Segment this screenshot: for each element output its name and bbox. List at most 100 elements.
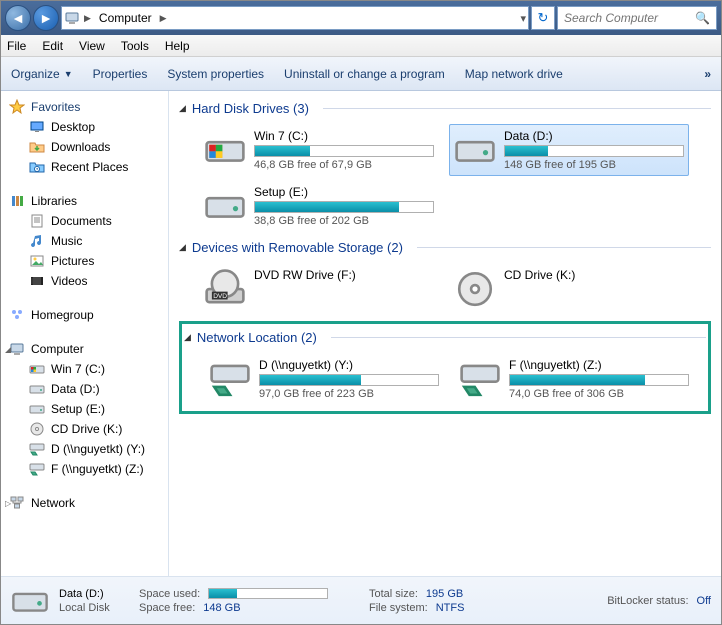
computer-header[interactable]: ◢Computer (1, 339, 168, 359)
drive-cd-k[interactable]: CD Drive (K:) (449, 263, 689, 315)
system-properties-button[interactable]: System properties (167, 67, 264, 81)
collapse-icon: ◢ (179, 242, 186, 253)
sidebar-item-pictures[interactable]: Pictures (1, 251, 168, 271)
more-button[interactable]: » (704, 67, 711, 81)
menu-view[interactable]: View (79, 39, 105, 53)
drive-icon (29, 401, 45, 417)
expand-icon[interactable]: ▷ (5, 499, 11, 508)
status-name: Data (D:) (59, 588, 129, 600)
space-free-label: Space free: (139, 602, 195, 614)
usage-text: 148 GB free of 195 GB (504, 159, 684, 171)
details-pane: Data (D:) Local Disk Space used: Space f… (1, 576, 721, 624)
sidebar-item-drive-y[interactable]: D (\\nguyetkt) (Y:) (1, 439, 168, 459)
drive-name: Data (D:) (504, 129, 684, 143)
back-button[interactable]: ◄ (5, 5, 31, 31)
breadcrumb[interactable]: ▶ Computer ▶ ▾ (61, 6, 529, 30)
computer-group: ◢Computer Win 7 (C:) Data (D:) Setup (E:… (1, 339, 168, 479)
section-removable[interactable]: ◢Devices with Removable Storage (2) (179, 236, 711, 259)
total-size-label: Total size: (369, 588, 418, 600)
sidebar-item-videos[interactable]: Videos (1, 271, 168, 291)
network-drive-icon (209, 358, 251, 400)
drive-name: CD Drive (K:) (504, 268, 684, 282)
drive-name: D (\\nguyetkt) (Y:) (259, 358, 439, 372)
refresh-button[interactable]: ↻ (531, 6, 555, 30)
sidebar-item-recent[interactable]: Recent Places (1, 157, 168, 177)
libraries-header[interactable]: Libraries (1, 191, 168, 211)
usage-bar (504, 145, 684, 157)
collapse-icon: ◢ (184, 332, 191, 343)
section-network[interactable]: ◢Network Location (2) (184, 326, 706, 349)
sidebar-item-drive-e[interactable]: Setup (E:) (1, 399, 168, 419)
sidebar-item-drive-d[interactable]: Data (D:) (1, 379, 168, 399)
menu-edit[interactable]: Edit (42, 39, 63, 53)
bitlocker-val: Off (697, 595, 711, 607)
search-icon: 🔍 (695, 11, 710, 25)
drive-dvd-f[interactable]: DVD RW Drive (F:) (199, 263, 439, 315)
picture-icon (29, 253, 45, 269)
properties-button[interactable]: Properties (93, 67, 148, 81)
filesystem-label: File system: (369, 602, 428, 614)
drive-name: DVD RW Drive (F:) (254, 268, 434, 282)
libraries-group: Libraries Documents Music Pictures Video… (1, 191, 168, 291)
drive-e[interactable]: Setup (E:) 38,8 GB free of 202 GB (199, 180, 439, 232)
music-icon (29, 233, 45, 249)
system-drive-icon (204, 129, 246, 171)
sidebar-item-music[interactable]: Music (1, 231, 168, 251)
breadcrumb-item[interactable]: Computer (95, 11, 156, 25)
sidebar-item-drive-k[interactable]: CD Drive (K:) (1, 419, 168, 439)
sidebar-item-documents[interactable]: Documents (1, 211, 168, 231)
drive-icon (11, 582, 49, 620)
cd-icon (29, 421, 45, 437)
computer-icon (64, 10, 80, 26)
document-icon (29, 213, 45, 229)
usage-text: 38,8 GB free of 202 GB (254, 215, 434, 227)
favorites-group: Favorites Desktop Downloads Recent Place… (1, 97, 168, 177)
drive-net-z[interactable]: F (\\nguyetkt) (Z:) 74,0 GB free of 306 … (454, 353, 694, 405)
drive-name: Win 7 (C:) (254, 129, 434, 143)
usage-text: 97,0 GB free of 223 GB (259, 388, 439, 400)
main-content: ◢Hard Disk Drives (3) Win 7 (C:) 46,8 GB… (169, 91, 721, 576)
collapse-icon: ◢ (179, 103, 186, 114)
sidebar-item-drive-z[interactable]: F (\\nguyetkt) (Z:) (1, 459, 168, 479)
highlight-annotation: ◢Network Location (2) D (\\nguyetkt) (Y:… (179, 321, 711, 414)
cd-icon (454, 268, 496, 310)
forward-button[interactable]: ► (33, 5, 59, 31)
sidebar-item-drive-c[interactable]: Win 7 (C:) (1, 359, 168, 379)
chevron-right-icon[interactable]: ▶ (84, 13, 91, 24)
organize-button[interactable]: Organize▼ (11, 67, 73, 81)
space-free-val: 148 GB (203, 602, 240, 614)
drive-c[interactable]: Win 7 (C:) 46,8 GB free of 67,9 GB (199, 124, 439, 176)
bitlocker-label: BitLocker status: (607, 595, 688, 607)
network-drive-icon (29, 461, 45, 477)
homegroup-group: Homegroup (1, 305, 168, 325)
drive-icon (29, 381, 45, 397)
favorites-header[interactable]: Favorites (1, 97, 168, 117)
sidebar-item-desktop[interactable]: Desktop (1, 117, 168, 137)
dropdown-icon[interactable]: ▾ (520, 12, 526, 25)
usage-text: 46,8 GB free of 67,9 GB (254, 159, 434, 171)
network-icon (9, 495, 25, 511)
sidebar-item-downloads[interactable]: Downloads (1, 137, 168, 157)
search-box[interactable]: 🔍 (557, 6, 717, 30)
menu-help[interactable]: Help (165, 39, 190, 53)
chevron-right-icon[interactable]: ▶ (160, 13, 167, 24)
drive-d[interactable]: Data (D:) 148 GB free of 195 GB (449, 124, 689, 176)
network-drive-icon (29, 441, 45, 457)
network-header[interactable]: ▷Network (1, 493, 168, 513)
section-hdd[interactable]: ◢Hard Disk Drives (3) (179, 97, 711, 120)
total-size-val: 195 GB (426, 588, 463, 600)
homegroup-header[interactable]: Homegroup (1, 305, 168, 325)
dvd-icon (204, 268, 246, 310)
menu-file[interactable]: File (7, 39, 26, 53)
library-icon (9, 193, 25, 209)
map-drive-button[interactable]: Map network drive (465, 67, 563, 81)
drive-name: Setup (E:) (254, 185, 434, 199)
search-input[interactable] (564, 11, 695, 25)
drive-net-y[interactable]: D (\\nguyetkt) (Y:) 97,0 GB free of 223 … (204, 353, 444, 405)
menu-tools[interactable]: Tools (121, 39, 149, 53)
desktop-icon (29, 119, 45, 135)
uninstall-button[interactable]: Uninstall or change a program (284, 67, 445, 81)
space-used-label: Space used: (139, 588, 200, 600)
usage-text: 74,0 GB free of 306 GB (509, 388, 689, 400)
expand-icon[interactable]: ◢ (5, 345, 11, 354)
